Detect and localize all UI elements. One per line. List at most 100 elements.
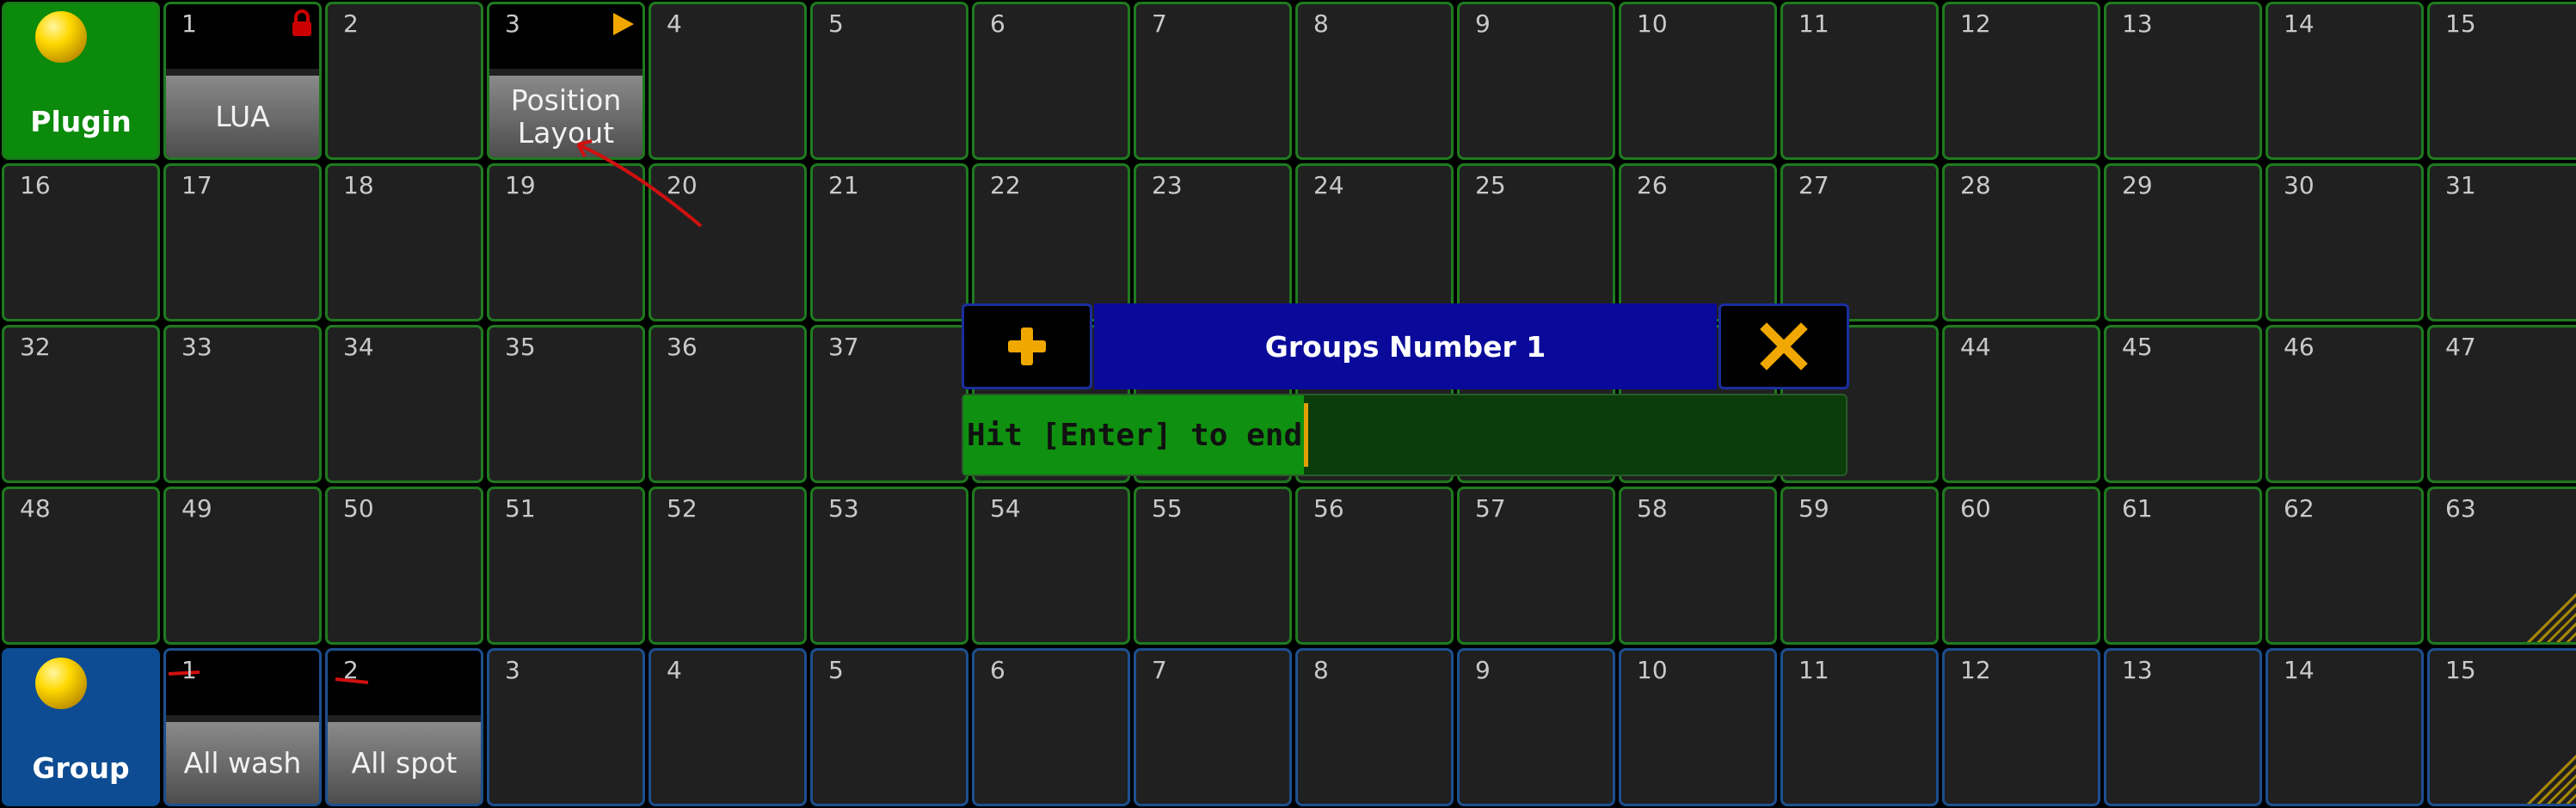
slot-number: 9 xyxy=(1475,9,1491,38)
empty-slot[interactable]: 19 xyxy=(487,163,645,321)
empty-slot[interactable]: 8 xyxy=(1295,648,1454,806)
empty-slot[interactable]: 13 xyxy=(2104,2,2262,160)
slot-number: 35 xyxy=(505,333,536,361)
empty-slot[interactable]: 21 xyxy=(810,163,968,321)
empty-slot[interactable]: 4 xyxy=(649,648,807,806)
empty-slot[interactable]: 28 xyxy=(1942,163,2100,321)
slot-number: 29 xyxy=(2122,171,2153,199)
slot-number: 23 xyxy=(1152,171,1183,199)
empty-slot[interactable]: 32 xyxy=(2,325,160,483)
empty-slot[interactable]: 22 xyxy=(972,163,1130,321)
lock-icon xyxy=(292,9,311,36)
empty-slot[interactable]: 44 xyxy=(1942,325,2100,483)
empty-slot[interactable]: 8 xyxy=(1295,2,1454,160)
empty-slot[interactable]: 2 xyxy=(325,2,483,160)
empty-slot[interactable]: 5 xyxy=(810,648,968,806)
empty-slot[interactable]: 56 xyxy=(1295,487,1454,645)
slot-number: 59 xyxy=(1798,494,1829,523)
plugin-pool-button[interactable]: Plugin xyxy=(2,2,160,160)
empty-slot[interactable]: 50 xyxy=(325,487,483,645)
empty-slot[interactable]: 62 xyxy=(2266,487,2424,645)
empty-slot[interactable]: 7 xyxy=(1134,648,1292,806)
slot-number: 33 xyxy=(181,333,212,361)
empty-slot[interactable]: 63 xyxy=(2427,487,2576,645)
slot-number: 46 xyxy=(2284,333,2315,361)
slot-number: 44 xyxy=(1960,333,1991,361)
empty-slot[interactable]: 6 xyxy=(972,648,1130,806)
slot-number: 9 xyxy=(1475,656,1491,684)
empty-slot[interactable]: 12 xyxy=(1942,648,2100,806)
empty-slot[interactable]: 49 xyxy=(163,487,322,645)
slot-number: 13 xyxy=(2122,656,2153,684)
empty-slot[interactable]: 59 xyxy=(1780,487,1939,645)
empty-slot[interactable]: 24 xyxy=(1295,163,1454,321)
empty-slot[interactable]: 17 xyxy=(163,163,322,321)
empty-slot[interactable]: 7 xyxy=(1134,2,1292,160)
empty-slot[interactable]: 27 xyxy=(1780,163,1939,321)
empty-slot[interactable]: 9 xyxy=(1457,648,1615,806)
text-caret xyxy=(1304,403,1309,467)
empty-slot[interactable]: 18 xyxy=(325,163,483,321)
empty-slot[interactable]: 5 xyxy=(810,2,968,160)
empty-slot[interactable]: 36 xyxy=(649,325,807,483)
slot-number: 26 xyxy=(1637,171,1668,199)
empty-slot[interactable]: 60 xyxy=(1942,487,2100,645)
empty-slot[interactable]: 46 xyxy=(2266,325,2424,483)
empty-slot[interactable]: 55 xyxy=(1134,487,1292,645)
empty-slot[interactable]: 26 xyxy=(1619,163,1777,321)
empty-slot[interactable]: 15 xyxy=(2427,2,2576,160)
empty-slot[interactable]: 11 xyxy=(1780,648,1939,806)
slot-number: 14 xyxy=(2284,9,2315,38)
group-pool-button[interactable]: Group xyxy=(2,648,160,806)
empty-slot[interactable]: 11 xyxy=(1780,2,1939,160)
slot-number: 16 xyxy=(20,171,51,199)
empty-slot[interactable]: 14 xyxy=(2266,648,2424,806)
empty-slot[interactable]: 31 xyxy=(2427,163,2576,321)
empty-slot[interactable]: 20 xyxy=(649,163,807,321)
empty-slot[interactable]: 45 xyxy=(2104,325,2262,483)
slot-number: 8 xyxy=(1313,656,1329,684)
group-item[interactable]: All wash 1 xyxy=(163,648,322,806)
add-button[interactable] xyxy=(962,303,1092,389)
empty-slot[interactable]: 10 xyxy=(1619,648,1777,806)
empty-slot[interactable]: 3 xyxy=(487,648,645,806)
empty-slot[interactable]: 57 xyxy=(1457,487,1615,645)
empty-slot[interactable]: 35 xyxy=(487,325,645,483)
empty-slot[interactable]: 10 xyxy=(1619,2,1777,160)
scroll-corner-indicator xyxy=(2523,582,2576,642)
empty-slot[interactable]: 34 xyxy=(325,325,483,483)
plugin-item[interactable]: Position Layout 3 xyxy=(487,2,645,160)
empty-slot[interactable]: 4 xyxy=(649,2,807,160)
slot-number: 28 xyxy=(1960,171,1991,199)
slot-number: 61 xyxy=(2122,494,2153,523)
empty-slot[interactable]: 37 xyxy=(810,325,968,483)
empty-slot[interactable]: 23 xyxy=(1134,163,1292,321)
empty-slot[interactable]: 14 xyxy=(2266,2,2424,160)
empty-slot[interactable]: 52 xyxy=(649,487,807,645)
close-button[interactable] xyxy=(1718,303,1849,389)
empty-slot[interactable]: 58 xyxy=(1619,487,1777,645)
empty-slot[interactable]: 30 xyxy=(2266,163,2424,321)
empty-slot[interactable]: 48 xyxy=(2,487,160,645)
empty-slot[interactable]: 12 xyxy=(1942,2,2100,160)
empty-slot[interactable]: 33 xyxy=(163,325,322,483)
item-label: Position Layout xyxy=(489,76,642,157)
empty-slot[interactable]: 54 xyxy=(972,487,1130,645)
empty-slot[interactable]: 29 xyxy=(2104,163,2262,321)
plugin-item[interactable]: LUA 1 xyxy=(163,2,322,160)
empty-slot[interactable]: 25 xyxy=(1457,163,1615,321)
empty-slot[interactable]: 15 xyxy=(2427,648,2576,806)
empty-slot[interactable]: 47 xyxy=(2427,325,2576,483)
slot-number: 12 xyxy=(1960,9,1991,38)
empty-slot[interactable]: 9 xyxy=(1457,2,1615,160)
name-input[interactable]: Hit [Enter] to end xyxy=(962,394,1847,476)
empty-slot[interactable]: 61 xyxy=(2104,487,2262,645)
slot-number: 31 xyxy=(2445,171,2476,199)
empty-slot[interactable]: 13 xyxy=(2104,648,2262,806)
popup-header: Groups Number 1 xyxy=(962,303,1849,391)
empty-slot[interactable]: 16 xyxy=(2,163,160,321)
empty-slot[interactable]: 6 xyxy=(972,2,1130,160)
group-item[interactable]: All spot 2 xyxy=(325,648,483,806)
empty-slot[interactable]: 53 xyxy=(810,487,968,645)
empty-slot[interactable]: 51 xyxy=(487,487,645,645)
